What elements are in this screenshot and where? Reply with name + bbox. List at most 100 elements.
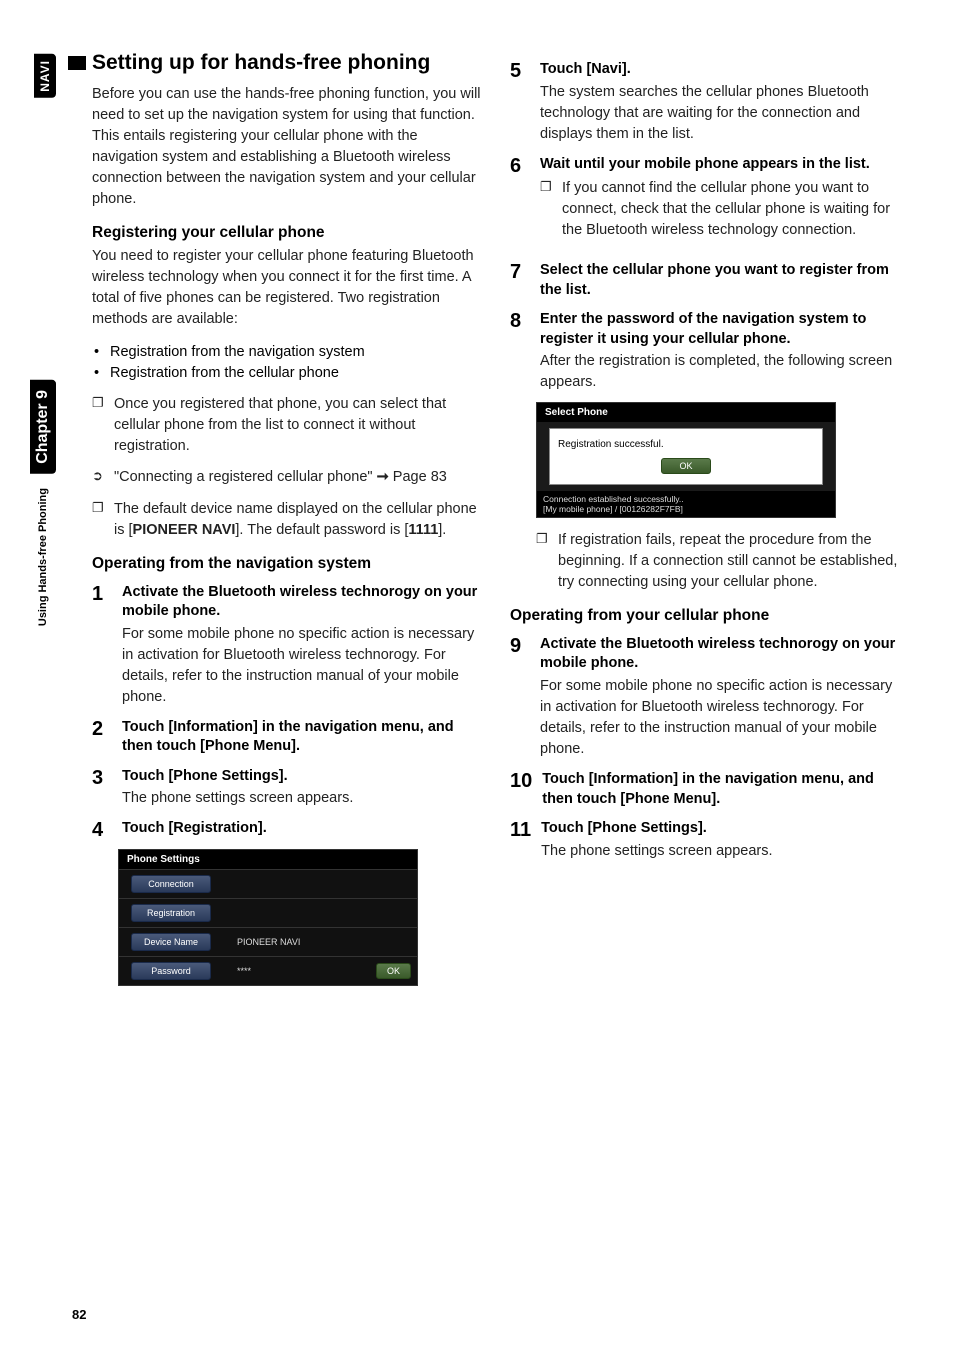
step-title: Activate the Bluetooth wireless technoro…: [540, 635, 904, 674]
intro-paragraph: Before you can use the hands-free phonin…: [92, 84, 486, 210]
ok-button[interactable]: OK: [376, 963, 411, 979]
step-title: Touch [Information] in the navigation me…: [122, 718, 486, 757]
step-body: Enter the password of the navigation sys…: [540, 310, 904, 393]
select-phone-panel: Select Phone Registration successful. OK…: [536, 402, 836, 518]
side-tab-group-mid: Chapter 9 Using Hands-free Phoning: [30, 380, 56, 640]
step-body: Select the cellular phone you want to re…: [540, 261, 904, 300]
xref-text: "Connecting a registered cellular phone": [114, 469, 373, 485]
device-name-value: PIONEER NAVI: [133, 522, 236, 538]
list-item: Registration from the navigation system: [106, 342, 486, 363]
step-text: For some mobile phone no specific action…: [122, 624, 486, 708]
step-body: Touch [Phone Settings]. The phone settin…: [122, 767, 486, 810]
dialog-ok-button[interactable]: OK: [661, 458, 711, 474]
step-title: Touch [Information] in the navigation me…: [542, 770, 904, 809]
step-6: 6 Wait until your mobile phone appears i…: [510, 155, 904, 252]
step-title: Enter the password of the navigation sys…: [540, 310, 904, 349]
footer-line-1: Connection established successfully..: [543, 494, 829, 504]
step-title: Select the cellular phone you want to re…: [540, 261, 904, 300]
step-body: Touch [Information] in the navigation me…: [542, 770, 904, 809]
step-body: Touch [Information] in the navigation me…: [122, 718, 486, 757]
step-5: 5 Touch [Navi]. The system searches the …: [510, 60, 904, 145]
section-title: Setting up for hands-free phoning: [92, 50, 486, 76]
step-2: 2 Touch [Information] in the navigation …: [92, 718, 486, 757]
side-tab-group-top: NAVI: [34, 54, 64, 111]
screenshot-phone-settings: Phone Settings Connection Registration D…: [118, 849, 486, 986]
screenshot-select-phone: Select Phone Registration successful. OK…: [536, 402, 904, 518]
dialog-box: Registration successful. OK: [549, 428, 823, 485]
step-number: 4: [92, 819, 112, 841]
password-button[interactable]: Password: [131, 962, 211, 980]
panel-header: Select Phone: [537, 403, 835, 422]
step-9: 9 Activate the Bluetooth wireless techno…: [510, 635, 904, 760]
step-11: 11 Touch [Phone Settings]. The phone set…: [510, 819, 904, 862]
panel-header: Phone Settings: [119, 850, 417, 869]
step-number: 7: [510, 261, 530, 300]
step-number: 9: [510, 635, 530, 760]
phone-settings-panel: Phone Settings Connection Registration D…: [118, 849, 418, 986]
step-body: Touch [Phone Settings]. The phone settin…: [541, 819, 904, 862]
step-number: 2: [92, 718, 112, 757]
step-title: Activate the Bluetooth wireless technoro…: [122, 583, 486, 622]
step-body: Wait until your mobile phone appears in …: [540, 155, 904, 252]
step-text: For some mobile phone no specific action…: [540, 676, 904, 760]
device-name-display: PIONEER NAVI: [237, 937, 300, 947]
content-columns: Setting up for hands-free phoning Before…: [92, 50, 904, 998]
xref-page: Page 83: [393, 469, 447, 485]
password-value: 1111: [408, 522, 438, 538]
step-number: 1: [92, 583, 112, 708]
step-8: 8 Enter the password of the navigation s…: [510, 310, 904, 393]
step-text: The phone settings screen appears.: [541, 841, 904, 862]
panel-row: Device Name PIONEER NAVI: [119, 927, 417, 956]
step-4: 4 Touch [Registration].: [92, 819, 486, 841]
cross-reference: "Connecting a registered cellular phone"…: [92, 467, 486, 488]
step-number: 6: [510, 155, 530, 252]
step-number: 10: [510, 770, 532, 809]
note-text-e: ].: [438, 522, 446, 538]
step-text: The system searches the cellular phones …: [540, 82, 904, 145]
note-text-c: ]. The default password is [: [235, 522, 408, 538]
step-body: Touch [Registration].: [122, 819, 486, 841]
connection-button[interactable]: Connection: [131, 875, 211, 893]
device-name-button[interactable]: Device Name: [131, 933, 211, 951]
step-text: The phone settings screen appears.: [122, 788, 486, 809]
left-column: Setting up for hands-free phoning Before…: [92, 50, 486, 998]
step-number: 11: [510, 819, 531, 862]
note-once-registered: Once you registered that phone, you can …: [92, 394, 486, 457]
step-7: 7 Select the cellular phone you want to …: [510, 261, 904, 300]
panel-row: Connection: [119, 869, 417, 898]
registering-body: You need to register your cellular phone…: [92, 246, 486, 330]
title-bar-icon: [68, 56, 86, 70]
note-default-device: The default device name displayed on the…: [92, 499, 486, 541]
arrow-icon: ➞: [377, 469, 389, 485]
step-title: Touch [Phone Settings].: [122, 767, 486, 787]
password-display: ****: [237, 966, 251, 976]
step-title: Wait until your mobile phone appears in …: [540, 155, 904, 175]
step-note: If you cannot find the cellular phone yo…: [540, 178, 904, 241]
subhead-operating-nav: Operating from the navigation system: [92, 555, 486, 573]
list-item: Registration from the cellular phone: [106, 363, 486, 384]
page: NAVI Chapter 9 Using Hands-free Phoning …: [0, 0, 954, 1352]
tab-navi: NAVI: [34, 54, 56, 98]
tab-chapter: Chapter 9: [30, 380, 56, 474]
step-3: 3 Touch [Phone Settings]. The phone sett…: [92, 767, 486, 810]
step-number: 5: [510, 60, 530, 145]
section-title-text: Setting up for hands-free phoning: [92, 51, 430, 74]
footer-line-2: [My mobile phone] / [00126282F7FB]: [543, 504, 829, 514]
panel-row: Password **** OK: [119, 956, 417, 985]
step-text: After the registration is completed, the…: [540, 351, 904, 393]
panel-footer: Connection established successfully.. [M…: [537, 491, 835, 517]
registration-methods-list: Registration from the navigation system …: [92, 342, 486, 384]
step-body: Activate the Bluetooth wireless technoro…: [540, 635, 904, 760]
registration-button[interactable]: Registration: [131, 904, 211, 922]
step-number: 3: [92, 767, 112, 810]
step-8-note-wrap: If registration fails, repeat the proced…: [510, 530, 904, 593]
step-number: 8: [510, 310, 530, 393]
subhead-operating-cell: Operating from your cellular phone: [510, 607, 904, 625]
panel-row: Registration: [119, 898, 417, 927]
step-title: Touch [Navi].: [540, 60, 904, 80]
step-body: Touch [Navi]. The system searches the ce…: [540, 60, 904, 145]
note-registration-fails: If registration fails, repeat the proced…: [536, 530, 904, 593]
step-title: Touch [Phone Settings].: [541, 819, 904, 839]
page-number: 82: [72, 1307, 86, 1322]
step-body: Activate the Bluetooth wireless technoro…: [122, 583, 486, 708]
